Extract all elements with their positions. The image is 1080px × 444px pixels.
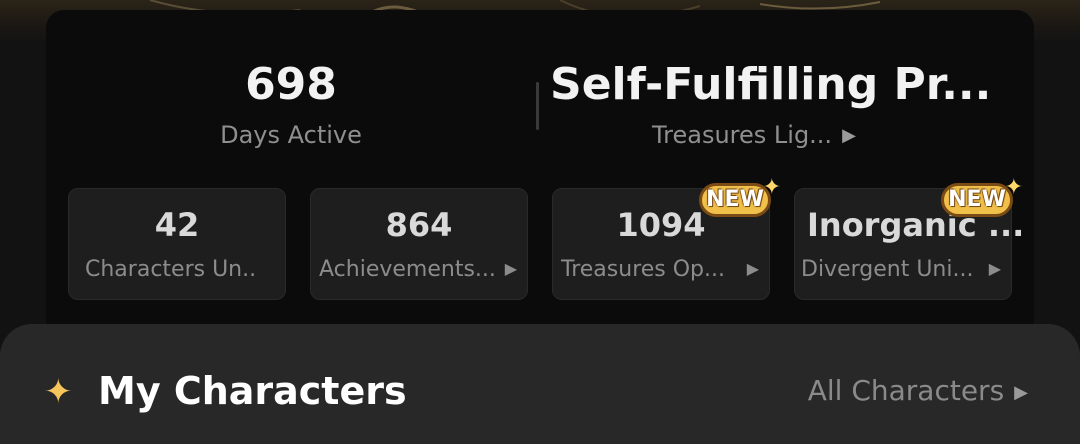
tile-label: Achievements... [319,257,496,282]
chevron-right-icon: ▶ [1014,382,1028,403]
treasure-title: Self-Fulfilling Pr... [550,60,992,110]
tile-divergent-universe[interactable]: Inorganic ... Divergent Uni... ▶ NEW ✦ [794,175,1024,300]
all-characters-label: All Characters [807,374,1005,407]
tile-achievements[interactable]: 864 Achievements... ▶ [310,188,528,300]
section-title: My Characters [98,369,407,413]
tile-value: 864 [385,206,453,244]
chevron-right-icon: ▶ [746,259,759,278]
treasures-lighted-label: Treasures Lig... [652,121,833,149]
stats-card: 698 Days Active Self-Fulfilling Pr... Tr… [46,10,1034,340]
new-badge-label: NEW [699,183,771,217]
sparkle-icon: ✦ [762,175,781,200]
chevron-right-icon: ▶ [504,259,517,278]
my-characters-section: ✦ My Characters All Characters ▶ [0,324,1080,444]
tile-label: Treasures Op... [561,257,726,282]
days-active-label: Days Active [220,121,362,149]
tile-characters-unlocked[interactable]: 42 Characters Un... [68,188,286,300]
tile-label: Divergent Uni... [801,257,974,282]
treasures-lighted-label-row: Treasures Lig... ▶ [536,120,1034,151]
days-active-block: 698 Days Active [46,10,536,180]
tile-value: 42 [154,206,200,244]
days-active-value: 698 [245,60,337,110]
tile-label: Characters Un... [85,257,255,282]
all-characters-link[interactable]: All Characters ▶ [808,374,1028,410]
chevron-right-icon: ▶ [988,259,1001,278]
tile-treasures-opened[interactable]: 1094 Treasures Op... ▶ NEW ✦ [552,175,781,300]
sparkle-icon: ✦ [1004,175,1023,200]
chevron-right-icon: ▶ [842,125,856,146]
new-badge: NEW ✦ [699,175,781,221]
treasures-lighted-block[interactable]: Self-Fulfilling Pr... Treasures Lig... ▶ [536,10,1034,180]
new-badge: NEW ✦ [941,175,1023,221]
new-badge-label: NEW [941,183,1013,217]
sparkle-icon: ✦ [44,372,73,412]
